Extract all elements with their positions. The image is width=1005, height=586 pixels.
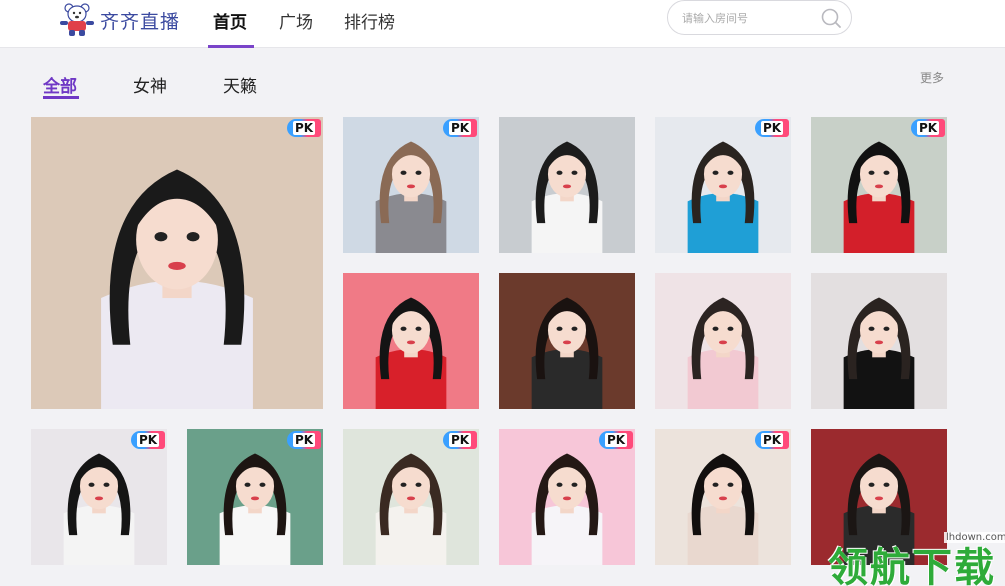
pk-badge-label: PK [292,121,316,135]
stream-card[interactable] [655,273,791,409]
logo-text: 齐齐直播 [100,10,181,33]
pk-badge: PK [443,431,477,449]
stream-card[interactable] [499,273,635,409]
bear-mascot-icon [60,3,94,36]
pk-badge-label: PK [448,433,472,447]
pk-badge-label: PK [448,121,472,135]
stream-card[interactable]: PK [343,429,479,565]
watermark-domain: lhdown.com [944,532,1005,543]
stream-thumbnail [655,273,791,409]
stream-card[interactable] [811,273,947,409]
pk-badge-label: PK [760,433,784,447]
stream-thumbnail [31,117,323,409]
category-tab-goddess[interactable]: 女神 [133,72,167,97]
stream-card[interactable]: PK [655,429,791,565]
stream-thumbnail [499,429,635,565]
stream-card[interactable]: PK [31,117,323,409]
stream-thumbnail [655,117,791,253]
pk-badge: PK [131,431,165,449]
nav-ranking[interactable]: 排行榜 [344,8,395,33]
stream-thumbnail [499,273,635,409]
nav-home[interactable]: 首页 [213,8,247,33]
stream-thumbnail [343,117,479,253]
pk-badge-label: PK [292,433,316,447]
stream-card[interactable] [343,273,479,409]
site-logo[interactable]: 齐齐直播 [57,0,180,40]
pk-badge: PK [287,431,321,449]
stream-thumbnail [655,429,791,565]
pk-badge-label: PK [916,121,940,135]
stream-card[interactable]: PK [31,429,167,565]
category-tab-all[interactable]: 全部 [43,72,77,97]
pk-badge: PK [755,119,789,137]
more-link[interactable]: 更多 [920,69,944,86]
stream-card[interactable]: PK [187,429,323,565]
stream-card[interactable]: PK [811,117,947,253]
search-box[interactable] [667,0,852,35]
nav-active-indicator [208,45,254,48]
stream-card[interactable]: PK [655,117,791,253]
stream-card[interactable]: PK [343,117,479,253]
stream-thumbnail [811,273,947,409]
stream-thumbnail [811,117,947,253]
category-active-indicator [43,96,79,99]
pk-badge: PK [287,119,321,137]
category-tab-voice[interactable]: 天籁 [223,72,257,97]
top-header: 齐齐直播 首页 广场 排行榜 [0,0,1005,48]
stream-thumbnail [343,273,479,409]
pk-badge: PK [755,431,789,449]
pk-badge-label: PK [136,433,160,447]
pk-badge-label: PK [760,121,784,135]
room-search-input[interactable] [682,9,812,27]
stream-thumbnail [499,117,635,253]
stream-thumbnail [31,429,167,565]
pk-badge: PK [911,119,945,137]
pk-badge: PK [443,119,477,137]
stream-card[interactable] [499,117,635,253]
stream-thumbnail [343,429,479,565]
nav-square[interactable]: 广场 [279,8,313,33]
pk-badge: PK [599,431,633,449]
stream-thumbnail [187,429,323,565]
stream-card[interactable]: PK [499,429,635,565]
pk-badge-label: PK [604,433,628,447]
search-icon[interactable] [820,7,842,29]
